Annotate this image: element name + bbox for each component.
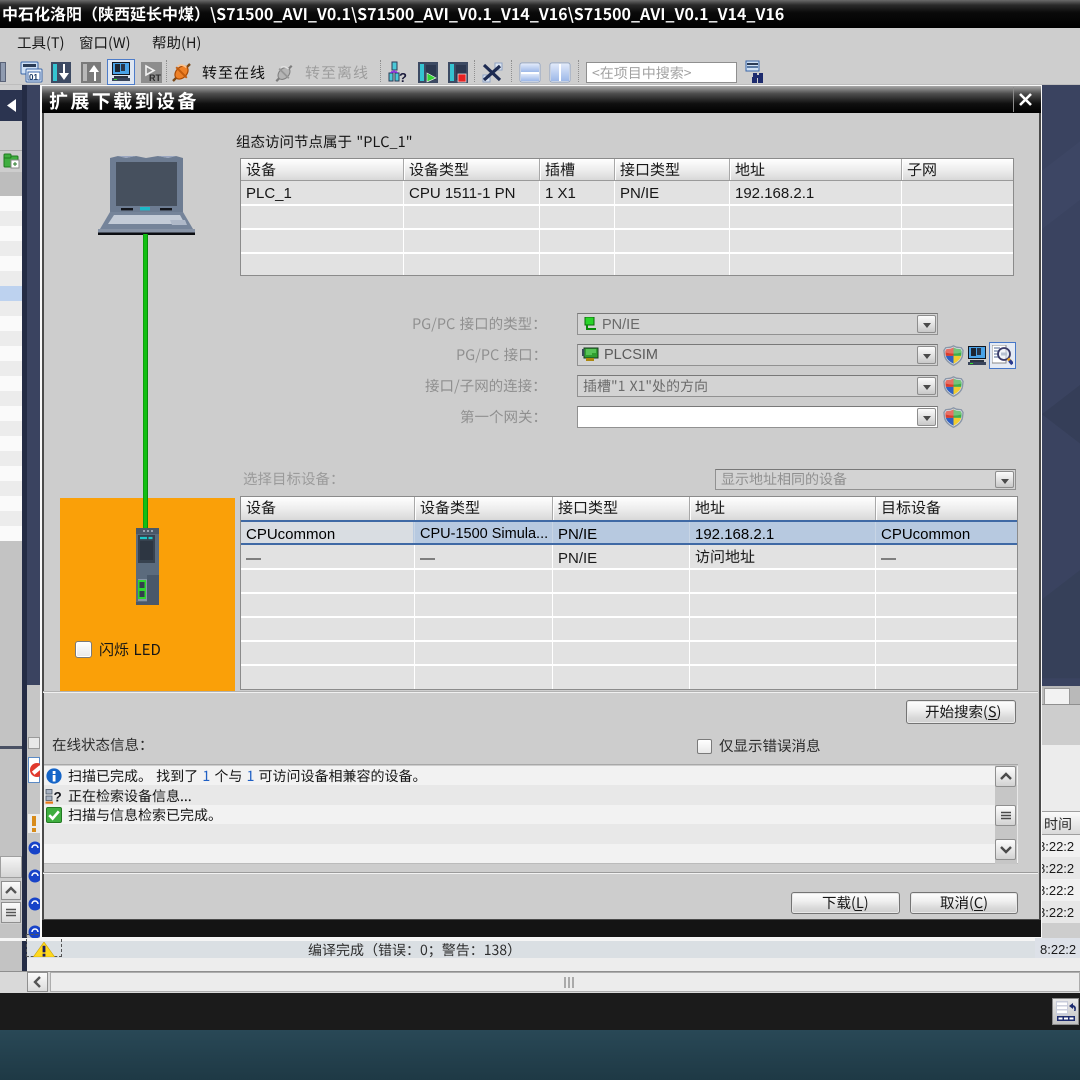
svg-text:RT: RT [149,73,161,83]
svg-text:?: ? [54,790,62,805]
svg-text:?: ? [399,70,407,84]
svg-text:01: 01 [29,73,38,82]
